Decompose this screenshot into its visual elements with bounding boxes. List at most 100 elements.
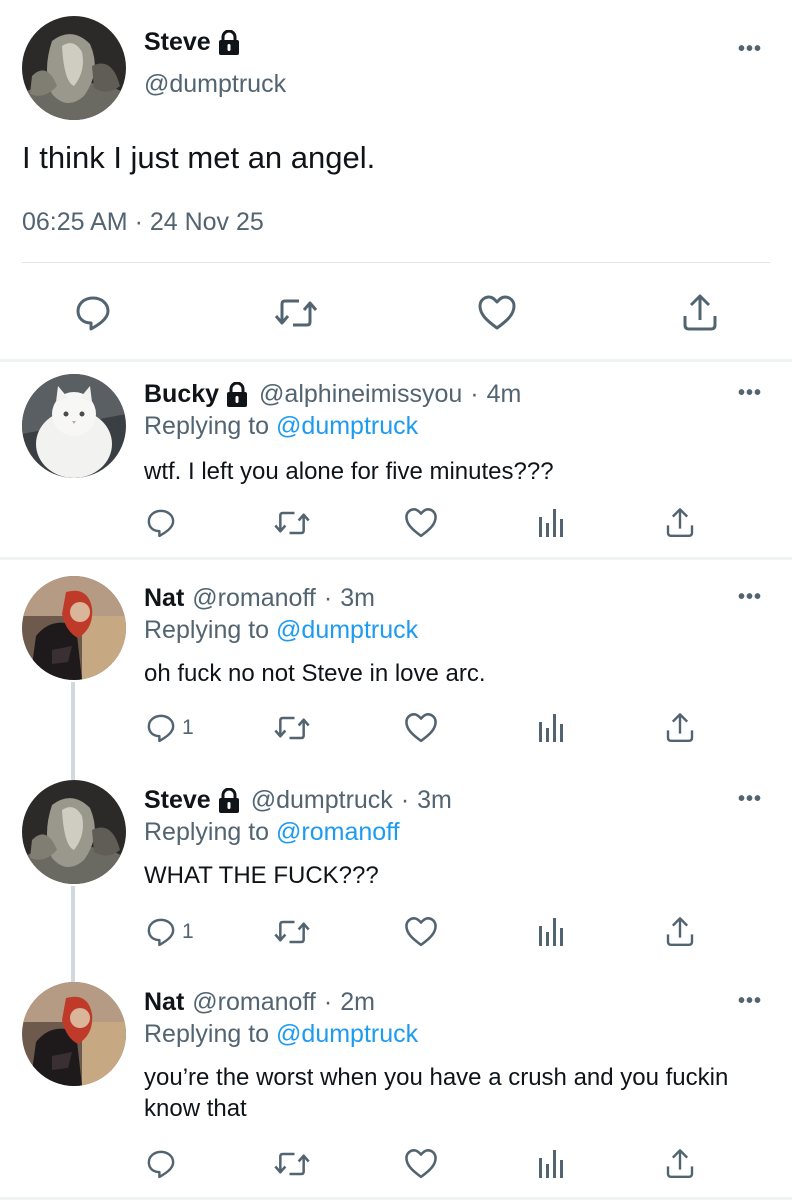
author-handle[interactable]: @alphineimissyou bbox=[259, 380, 462, 409]
views-button[interactable] bbox=[536, 710, 566, 746]
reply-text: you’re the worst when you have a crush a… bbox=[144, 1064, 729, 1122]
avatar-nat[interactable] bbox=[22, 982, 126, 1086]
views-button[interactable] bbox=[536, 505, 566, 541]
like-button[interactable] bbox=[476, 292, 518, 334]
author-name[interactable]: Nat bbox=[144, 988, 184, 1017]
lock-icon bbox=[217, 787, 241, 814]
retweet-icon bbox=[274, 920, 310, 944]
more-options-icon[interactable]: ••• bbox=[738, 788, 762, 811]
lock-icon bbox=[225, 381, 249, 408]
avatar-image bbox=[22, 780, 126, 884]
heart-icon bbox=[405, 508, 437, 538]
reply-count: 1 bbox=[182, 920, 194, 943]
share-icon bbox=[683, 294, 717, 331]
more-options-icon[interactable]: ••• bbox=[738, 38, 762, 61]
like-button[interactable] bbox=[403, 1146, 439, 1182]
reply-tweet[interactable]: Nat @romanoff · 2m ••• Replying to @dump… bbox=[0, 968, 792, 1196]
author-row: Nat @romanoff · 2m bbox=[144, 988, 375, 1017]
avatar-nat[interactable] bbox=[22, 576, 126, 680]
reply-tweet[interactable]: Nat @romanoff · 3m ••• Replying to @dump… bbox=[0, 560, 792, 764]
author-name[interactable]: Nat bbox=[144, 584, 184, 613]
reply-button[interactable]: 1 bbox=[144, 914, 194, 950]
reply-button[interactable]: 1 bbox=[144, 710, 194, 746]
avatar-image bbox=[22, 576, 126, 680]
mention-link[interactable]: @romanoff bbox=[276, 818, 400, 846]
tweet-time[interactable]: 3m bbox=[340, 584, 375, 613]
mention-link[interactable]: @dumptruck bbox=[276, 412, 418, 440]
separator-dot: · bbox=[470, 380, 479, 408]
author-handle[interactable]: @dumptruck bbox=[251, 786, 393, 815]
retweet-button[interactable] bbox=[272, 1146, 312, 1182]
tweet-time[interactable]: 4m bbox=[487, 380, 522, 409]
share-button[interactable] bbox=[680, 292, 720, 334]
retweet-button[interactable] bbox=[272, 914, 312, 950]
reply-actions bbox=[0, 1146, 792, 1190]
reply-tweet[interactable]: Bucky @alphineimissyou · 4m ••• Replying… bbox=[0, 362, 792, 558]
tweet-time[interactable]: 3m bbox=[417, 786, 452, 815]
more-options-icon[interactable]: ••• bbox=[738, 382, 762, 405]
share-button[interactable] bbox=[664, 1146, 696, 1182]
author-handle[interactable]: @romanoff bbox=[192, 584, 316, 613]
retweet-button[interactable] bbox=[272, 710, 312, 746]
author-name[interactable]: Steve bbox=[144, 786, 211, 815]
avatar-image bbox=[22, 982, 126, 1086]
avatar-image bbox=[22, 16, 126, 120]
divider bbox=[22, 262, 770, 263]
views-button[interactable] bbox=[536, 914, 566, 950]
avatar-steve[interactable] bbox=[22, 16, 126, 120]
more-options-icon[interactable]: ••• bbox=[738, 586, 762, 609]
reply-button[interactable] bbox=[72, 292, 114, 334]
like-button[interactable] bbox=[403, 914, 439, 950]
retweet-button[interactable] bbox=[272, 292, 320, 334]
lock-icon bbox=[217, 29, 241, 56]
share-icon bbox=[666, 713, 694, 742]
author-handle[interactable]: @romanoff bbox=[192, 988, 316, 1017]
like-button[interactable] bbox=[403, 710, 439, 746]
reply-button[interactable] bbox=[144, 505, 178, 541]
reply-tweet[interactable]: Steve @dumptruck · 3m ••• Replying to @r… bbox=[0, 764, 792, 968]
reply-text: oh fuck no not Steve in love arc. bbox=[144, 660, 486, 687]
retweet-icon bbox=[274, 511, 310, 535]
tweet-time[interactable]: 2m bbox=[340, 988, 375, 1017]
tweet-text: I think I just met an angel. bbox=[22, 140, 376, 175]
mention-link[interactable]: @dumptruck bbox=[276, 616, 418, 644]
share-button[interactable] bbox=[664, 505, 696, 541]
main-tweet: Steve @dumptruck ••• I think I just met … bbox=[0, 0, 792, 362]
replying-to: Replying to @dumptruck bbox=[144, 1020, 418, 1049]
retweet-button[interactable] bbox=[272, 505, 312, 541]
speech-bubble-icon bbox=[147, 1150, 175, 1179]
author-row: Bucky @alphineimissyou · 4m bbox=[144, 380, 521, 409]
replying-label: Replying to bbox=[144, 412, 270, 440]
author-handle[interactable]: @dumptruck bbox=[144, 70, 286, 99]
author-row: Nat @romanoff · 3m bbox=[144, 584, 375, 613]
reply-button[interactable] bbox=[144, 1146, 178, 1182]
avatar-steve[interactable] bbox=[22, 780, 126, 884]
share-icon bbox=[666, 508, 694, 537]
retweet-icon bbox=[274, 299, 318, 327]
main-actions bbox=[0, 292, 792, 336]
author-row: Steve bbox=[144, 28, 241, 57]
tweet-timestamp[interactable]: 06:25 AM · 24 Nov 25 bbox=[22, 208, 264, 237]
share-button[interactable] bbox=[664, 914, 696, 950]
bar-chart-icon bbox=[539, 1150, 563, 1178]
avatar-image bbox=[22, 374, 126, 478]
heart-icon bbox=[405, 713, 437, 743]
like-button[interactable] bbox=[403, 505, 439, 541]
reply-text: wtf. I left you alone for five minutes??… bbox=[144, 458, 554, 485]
reply-actions: 1 bbox=[0, 914, 792, 958]
share-button[interactable] bbox=[664, 710, 696, 746]
speech-bubble-icon bbox=[147, 918, 175, 947]
replying-to: Replying to @dumptruck bbox=[144, 412, 418, 441]
author-row: Steve @dumptruck · 3m bbox=[144, 786, 452, 815]
reply-actions: 1 bbox=[0, 710, 792, 754]
replying-to: Replying to @romanoff bbox=[144, 818, 400, 847]
views-button[interactable] bbox=[536, 1146, 566, 1182]
bar-chart-icon bbox=[539, 714, 563, 742]
author-name[interactable]: Bucky bbox=[144, 380, 219, 409]
heart-icon bbox=[405, 1149, 437, 1179]
bar-chart-icon bbox=[539, 918, 563, 946]
mention-link[interactable]: @dumptruck bbox=[276, 1020, 418, 1048]
more-options-icon[interactable]: ••• bbox=[738, 990, 762, 1013]
avatar-bucky[interactable] bbox=[22, 374, 126, 478]
author-name[interactable]: Steve bbox=[144, 28, 211, 57]
